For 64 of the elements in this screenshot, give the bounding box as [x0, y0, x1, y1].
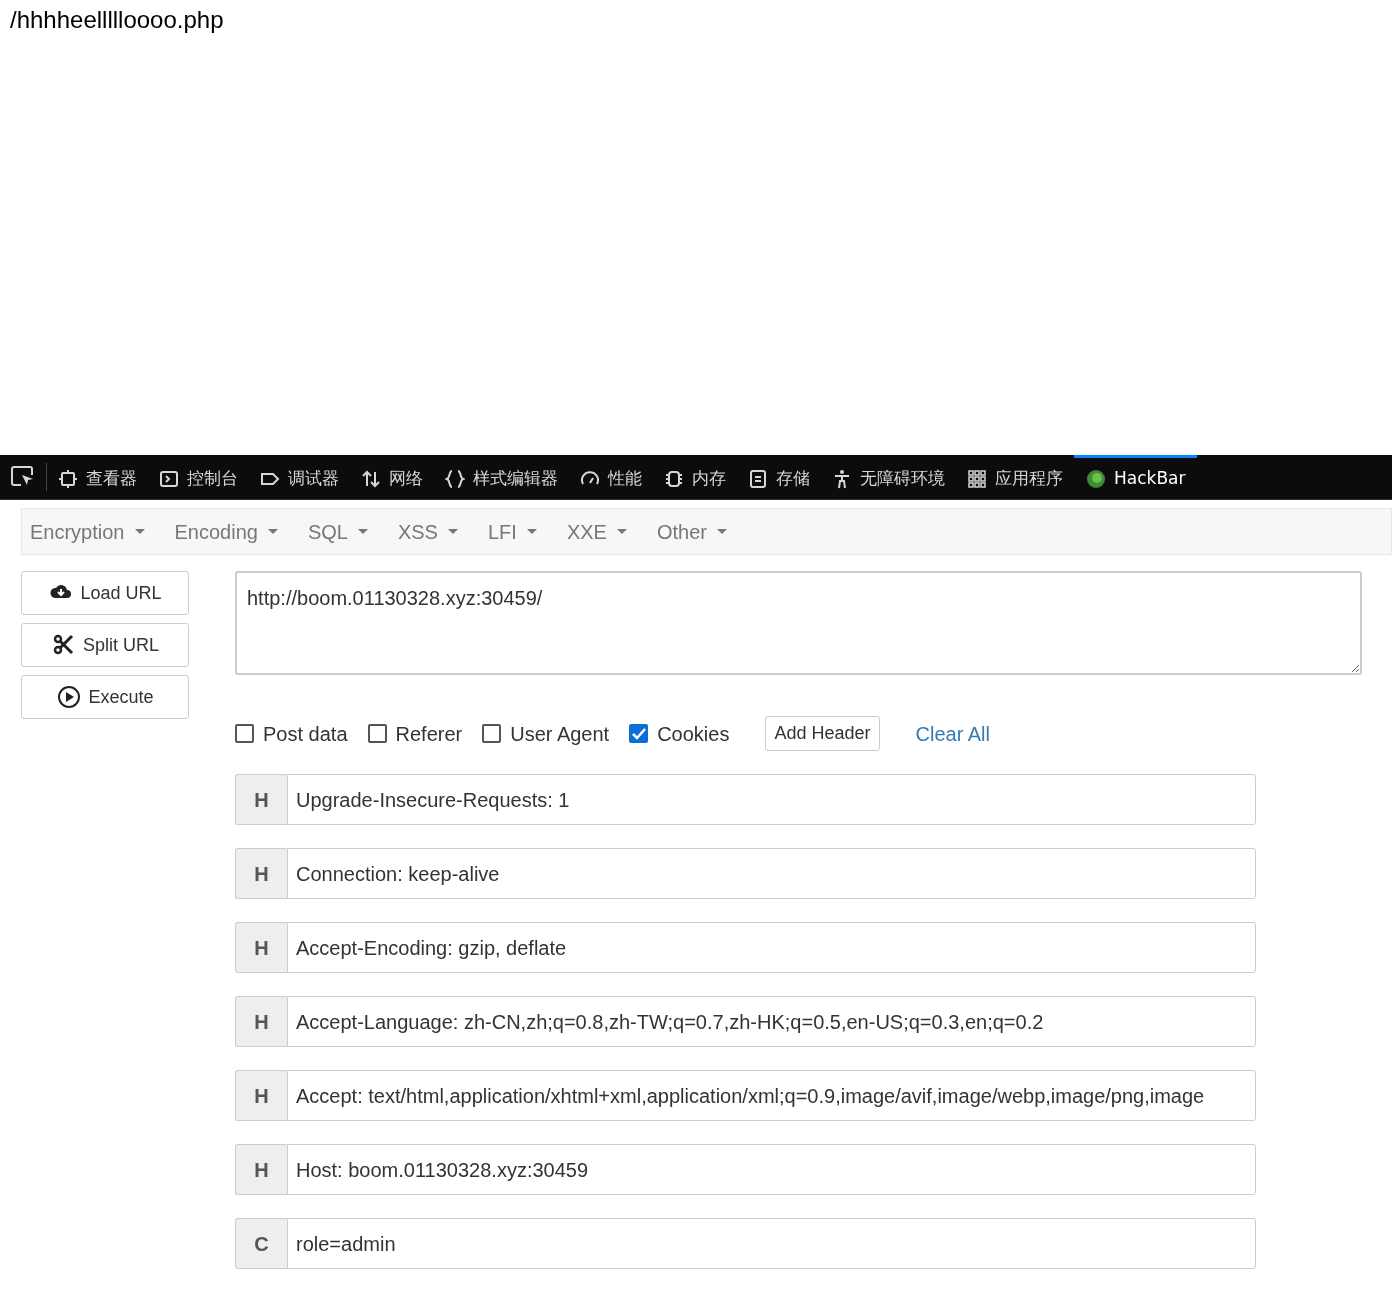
devtools-tab[interactable]: 内存 [653, 455, 737, 499]
checkbox[interactable] [235, 724, 254, 743]
header-label: H [235, 1070, 287, 1121]
clear-all-link[interactable]: Clear All [915, 718, 990, 749]
menu-dropdown[interactable]: XSS [397, 516, 470, 547]
devtools-tab[interactable]: 存储 [737, 455, 821, 499]
devtools-tab[interactable]: 控制台 [148, 455, 249, 499]
menu-dropdown[interactable]: SQL [307, 516, 380, 547]
option-label[interactable]: Referer [395, 718, 463, 749]
header-label: H [235, 1144, 287, 1195]
header-label: H [235, 774, 287, 825]
checkbox[interactable] [367, 724, 387, 743]
checkbox[interactable] [629, 724, 649, 743]
grid-icon [967, 468, 987, 489]
caret-icon [447, 529, 458, 534]
url-field[interactable]: http://boom.01130328.xyz:30459/ [235, 571, 1362, 675]
caret-icon [716, 529, 727, 534]
split-url-button[interactable]: Split URL [21, 623, 189, 667]
menu-dropdown[interactable]: XXE [566, 516, 639, 547]
header-value-field[interactable]: Accept: text/html,application/xhtml+xml,application/xml;q=0.9,image/avif,image/webp,image/png,image [287, 1070, 1256, 1121]
option-label[interactable]: User Agent [510, 718, 610, 749]
caret-icon [267, 529, 278, 534]
console-icon [159, 468, 179, 489]
page-text: /hhhheellllloooo.php [9, 5, 225, 35]
inspector-icon [58, 468, 78, 489]
devtools-tab[interactable]: 调试器 [249, 455, 350, 499]
play-circle-icon [56, 685, 83, 709]
load-url-button[interactable]: Load URL [21, 571, 189, 615]
checkbox[interactable] [482, 724, 502, 743]
caret-icon [134, 529, 145, 534]
cookie-label: C [235, 1218, 287, 1269]
devtools-tab[interactable]: HackBar [1074, 455, 1198, 499]
devtools-tab[interactable]: 无障碍环境 [821, 455, 956, 499]
header-value-field[interactable]: Connection: keep-alive [287, 848, 1256, 899]
menu-dropdown[interactable]: Encryption [30, 516, 157, 547]
execute-button[interactable]: Execute [21, 675, 189, 719]
menu-dropdown[interactable]: LFI [487, 516, 549, 547]
caret-icon [357, 529, 368, 534]
option-label[interactable]: Post data [263, 718, 348, 749]
add-header-button[interactable]: Add Header [765, 716, 880, 751]
braces-icon [445, 468, 465, 489]
arrows-icon [361, 468, 381, 489]
header-value-field[interactable]: Host: boom.01130328.xyz:30459 [287, 1144, 1256, 1195]
menu-dropdown[interactable]: Encoding [174, 516, 290, 547]
header-label: H [235, 848, 287, 899]
caret-icon [526, 529, 537, 534]
hackbar-logo-icon [1086, 468, 1106, 489]
header-value-field[interactable]: Accept-Language: zh-CN,zh;q=0.8,zh-TW;q=0.7,zh-HK;q=0.5,en-US;q=0.3,en;q=0.2 [287, 996, 1256, 1047]
option-label[interactable]: Cookies [657, 718, 730, 749]
devtools-tab[interactable]: 应用程序 [956, 455, 1074, 499]
header-label: H [235, 996, 287, 1047]
header-value-field[interactable]: role=admin [287, 1218, 1256, 1269]
header-value-field[interactable]: Upgrade-Insecure-Requests: 1 [287, 774, 1256, 825]
devtools-tab[interactable]: 查看器 [47, 455, 148, 499]
devtools-tab[interactable]: 性能 [569, 455, 653, 499]
devtools-tab[interactable]: 网络 [350, 455, 434, 499]
caret-icon [616, 529, 627, 534]
devtools-tab[interactable]: 样式编辑器 [434, 455, 569, 499]
menu-dropdown[interactable]: Other [656, 516, 739, 547]
header-label: H [235, 922, 287, 973]
header-value-field[interactable]: Accept-Encoding: gzip, deflate [287, 922, 1256, 973]
accessibility-icon [832, 468, 852, 489]
storage-icon [748, 468, 768, 489]
chip-icon [664, 468, 684, 489]
